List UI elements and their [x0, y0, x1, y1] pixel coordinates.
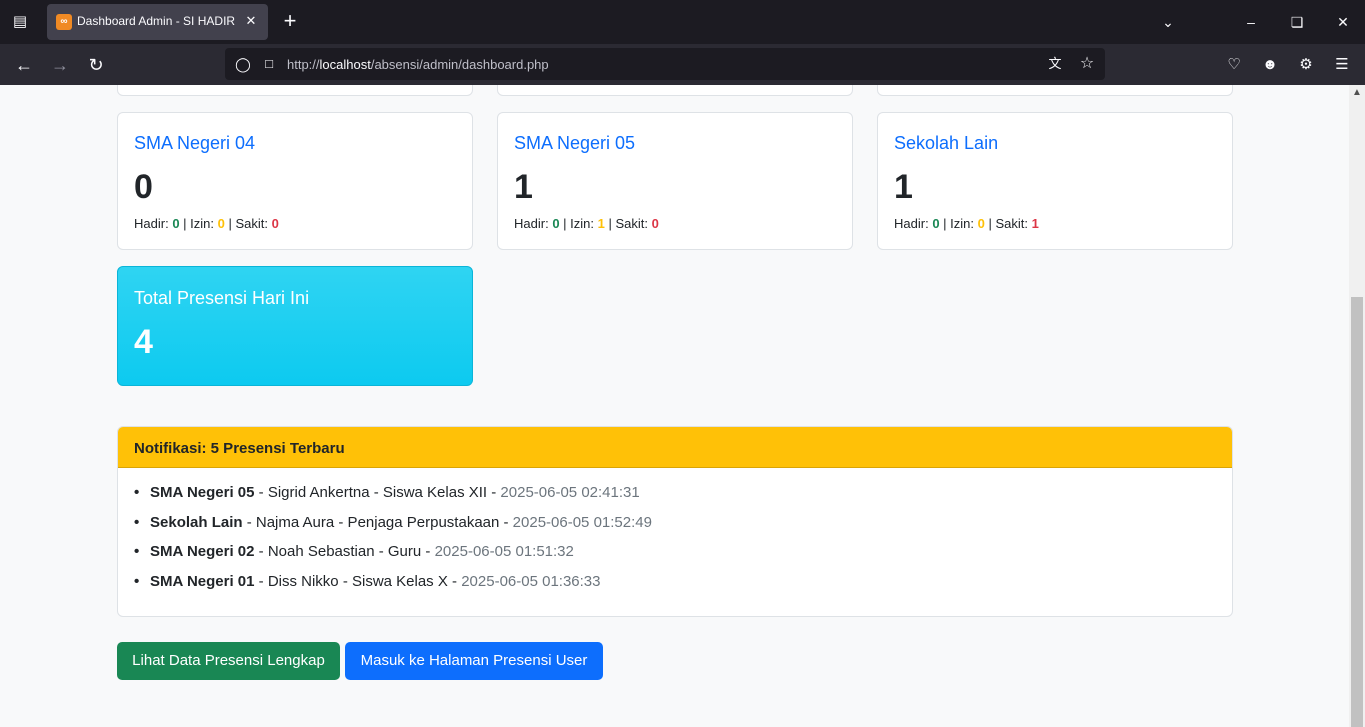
notification-card: Notifikasi: 5 Presensi Terbaru SMA Neger…: [117, 426, 1233, 617]
hadir-label: Hadir:: [514, 216, 549, 231]
menu-icon[interactable]: ☰: [1329, 52, 1355, 78]
reload-icon[interactable]: ↻: [83, 52, 109, 78]
izin-count: 0: [217, 216, 225, 231]
sakit-count: 0: [271, 216, 279, 231]
view-full-presensi-button[interactable]: Lihat Data Presensi Lengkap: [117, 642, 340, 680]
browser-nav-bar: ← → ↻ ◯ □ http://localhost/absensi/admin…: [0, 44, 1365, 85]
sakit-label: Sakit:: [995, 216, 1028, 231]
school-card-count: 0: [134, 168, 153, 206]
url-text[interactable]: http://localhost/absensi/admin/dashboard…: [287, 57, 549, 72]
xampp-favicon-icon: ∞: [56, 14, 72, 30]
izin-label: Izin:: [950, 216, 974, 231]
scroll-up-icon[interactable]: ▲: [1349, 85, 1365, 101]
school-card-stats: Hadir: 0 | Izin: 0 | Sakit: 0: [134, 216, 279, 231]
sakit-count: 0: [651, 216, 659, 231]
sakit-label: Sakit:: [615, 216, 648, 231]
page-content: SMA Negeri 04 0 Hadir: 0 | Izin: 0 | Sak…: [0, 85, 1349, 727]
notification-detail: - Diss Nikko - Siswa Kelas X -: [254, 572, 462, 590]
izin-count: 0: [977, 216, 985, 231]
translate-icon[interactable]: 文: [1045, 54, 1065, 74]
page-scrollbar[interactable]: ▲: [1349, 85, 1365, 727]
school-card: Sekolah Lain 1 Hadir: 0 | Izin: 0 | Saki…: [877, 112, 1233, 250]
notification-list: SMA Negeri 05 - Sigrid Ankertna - Siswa …: [134, 484, 652, 602]
shield-icon[interactable]: ◯: [233, 54, 253, 74]
account-icon[interactable]: ☻: [1257, 52, 1283, 78]
hadir-count: 0: [172, 216, 180, 231]
notification-detail: - Najma Aura - Penjaga Perpustakaan -: [242, 513, 513, 531]
notification-time: 2025-06-05 01:51:32: [434, 543, 574, 560]
izin-label: Izin:: [570, 216, 594, 231]
url-prefix: http://: [287, 57, 320, 72]
notification-header: Notifikasi: 5 Presensi Terbaru: [118, 427, 1232, 468]
page-icon[interactable]: □: [259, 54, 279, 74]
bookmark-star-icon[interactable]: ☆: [1077, 54, 1097, 74]
notification-item: Sekolah Lain - Najma Aura - Penjaga Perp…: [134, 514, 652, 544]
tab-title: Dashboard Admin - SI HADIR: [77, 14, 236, 28]
scrollbar-thumb[interactable]: [1351, 297, 1363, 727]
hadir-count: 0: [552, 216, 560, 231]
notification-item: SMA Negeri 05 - Sigrid Ankertna - Siswa …: [134, 484, 652, 514]
hadir-count: 0: [932, 216, 940, 231]
school-card-title[interactable]: SMA Negeri 05: [514, 133, 635, 154]
notification-time: 2025-06-05 01:36:33: [461, 572, 601, 590]
notification-title: Notifikasi: 5 Presensi Terbaru: [134, 440, 345, 457]
browser-tab-active[interactable]: ∞ Dashboard Admin - SI HADIR ✕: [47, 4, 268, 40]
tab-list-icon[interactable]: ▤: [8, 10, 32, 34]
notification-school: SMA Negeri 05: [150, 484, 255, 501]
hadir-label: Hadir:: [134, 216, 169, 231]
school-card-title[interactable]: Sekolah Lain: [894, 133, 998, 154]
user-presensi-page-button[interactable]: Masuk ke Halaman Presensi User: [345, 642, 603, 680]
school-card: SMA Negeri 04 0 Hadir: 0 | Izin: 0 | Sak…: [117, 112, 473, 250]
notification-school: SMA Negeri 02: [150, 543, 255, 560]
tab-close-icon[interactable]: ✕: [242, 12, 260, 30]
forward-icon[interactable]: →: [47, 52, 73, 78]
sakit-label: Sakit:: [235, 216, 268, 231]
window-close-icon[interactable]: ✕: [1328, 8, 1358, 36]
school-card-stats: Hadir: 0 | Izin: 1 | Sakit: 0: [514, 216, 659, 231]
chevron-down-icon[interactable]: ⌄: [1156, 10, 1180, 34]
notification-school: Sekolah Lain: [150, 513, 243, 531]
school-card-partial: [497, 85, 853, 96]
notification-item: SMA Negeri 01 - Diss Nikko - Siswa Kelas…: [134, 573, 652, 603]
total-presensi-title: Total Presensi Hari Ini: [134, 288, 310, 308]
izin-count: 1: [597, 216, 605, 231]
extensions-icon[interactable]: ⚙: [1293, 52, 1319, 78]
notification-time: 2025-06-05 01:52:49: [512, 513, 652, 531]
school-card-partial: [877, 85, 1233, 96]
notification-detail: - Sigrid Ankertna - Siswa Kelas XII -: [254, 484, 501, 501]
url-path: /absensi/admin/dashboard.php: [370, 57, 549, 72]
school-card-title[interactable]: SMA Negeri 04: [134, 133, 255, 154]
notification-school: SMA Negeri 01: [150, 572, 255, 590]
school-card-stats: Hadir: 0 | Izin: 0 | Sakit: 1: [894, 216, 1039, 231]
total-presensi-card: Total Presensi Hari Ini 4: [117, 266, 473, 386]
url-host: localhost: [319, 57, 371, 72]
school-card-count: 1: [894, 168, 913, 206]
school-card: SMA Negeri 05 1 Hadir: 0 | Izin: 1 | Sak…: [497, 112, 853, 250]
back-icon[interactable]: ←: [11, 52, 37, 78]
notification-time: 2025-06-05 02:41:31: [500, 484, 640, 501]
total-presensi-count: 4: [134, 323, 153, 361]
school-card-count: 1: [514, 168, 533, 206]
browser-tab-bar: ▤ ∞ Dashboard Admin - SI HADIR ✕ + ⌄ – ❏…: [0, 0, 1365, 44]
address-bar[interactable]: ◯ □ http://localhost/absensi/admin/dashb…: [225, 48, 1105, 80]
school-card-partial: [117, 85, 473, 96]
minimize-icon[interactable]: –: [1236, 8, 1266, 36]
sakit-count: 1: [1031, 216, 1039, 231]
pocket-icon[interactable]: ♡: [1221, 52, 1247, 78]
notification-detail: - Noah Sebastian - Guru -: [254, 543, 435, 560]
izin-label: Izin:: [190, 216, 214, 231]
restore-icon[interactable]: ❏: [1282, 8, 1312, 36]
new-tab-icon[interactable]: +: [278, 10, 302, 34]
notification-item: SMA Negeri 02 - Noah Sebastian - Guru - …: [134, 543, 652, 573]
hadir-label: Hadir:: [894, 216, 929, 231]
